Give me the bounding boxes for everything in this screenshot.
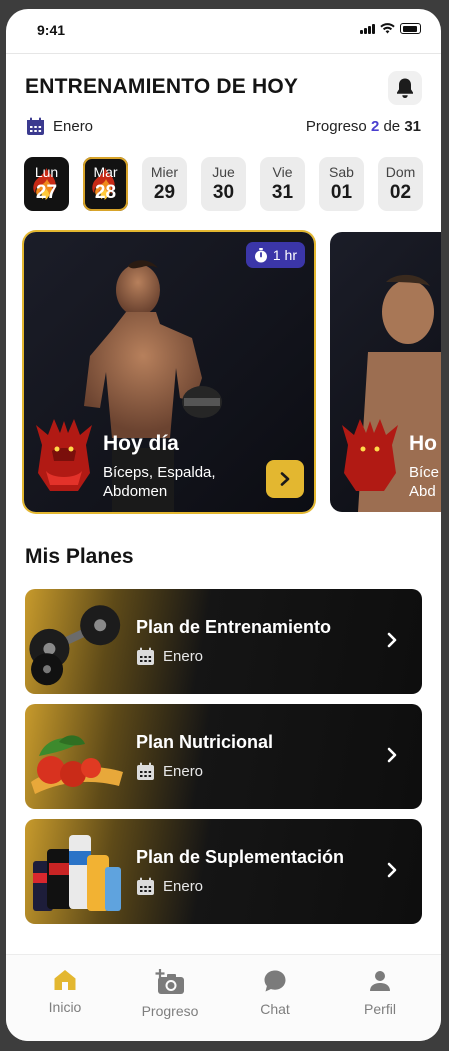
wifi-icon xyxy=(380,23,395,34)
demon-muscle-logo-icon xyxy=(342,419,398,491)
plan-month: Enero xyxy=(163,878,204,895)
day-number: 31 xyxy=(271,182,294,203)
workout-title: Hoy día xyxy=(103,432,179,455)
tab-label: Inicio xyxy=(48,999,82,1015)
workout-card-next[interactable]: Ho Bíce Abd xyxy=(330,232,441,512)
calendar-icon xyxy=(137,762,154,780)
duration-label: 1 hr xyxy=(272,247,297,263)
chevron-right-icon xyxy=(387,747,397,763)
stopwatch-icon xyxy=(254,247,267,262)
plan-card-supplements[interactable]: Plan de Suplementación Enero xyxy=(25,819,422,924)
day-name: Dom xyxy=(385,164,416,180)
month-progress: Progreso 2 de 31 xyxy=(306,118,421,135)
home-icon xyxy=(54,970,76,990)
status-bar: 9:41 xyxy=(6,9,441,54)
tab-inicio[interactable]: Inicio xyxy=(25,969,105,1015)
plan-title: Plan de Suplementación xyxy=(136,847,345,867)
day-number: 27 xyxy=(35,182,58,203)
calendar-icon xyxy=(27,117,44,135)
demon-muscle-logo-icon xyxy=(36,419,92,491)
bell-icon xyxy=(397,78,413,98)
progress-current: 2 xyxy=(370,118,380,135)
calendar-icon xyxy=(137,647,154,665)
day-name: Vie xyxy=(272,164,293,180)
month-label: Enero xyxy=(53,118,94,135)
day-name: Jue xyxy=(212,164,235,180)
vegetables-tape-image xyxy=(31,735,123,794)
day-chip-jue[interactable]: Jue 30 xyxy=(201,157,246,211)
plan-card-nutrition[interactable]: Plan Nutricional Enero xyxy=(25,704,422,809)
tab-perfil[interactable]: Perfil xyxy=(340,969,420,1017)
supplements-image xyxy=(33,835,121,911)
day-number: 01 xyxy=(330,182,353,203)
workout-subtitle: Bíce Abd xyxy=(409,464,440,500)
day-chip-lun[interactable]: Lun 27 xyxy=(24,157,69,211)
day-name: Sab xyxy=(329,164,354,180)
page-title: ENTRENAMIENTO DE HOY xyxy=(25,75,299,98)
day-name: Mar xyxy=(93,164,118,180)
day-chip-dom[interactable]: Dom 02 xyxy=(378,157,423,211)
chevron-right-icon xyxy=(280,472,290,486)
progress-total: 31 xyxy=(404,118,421,135)
tab-label: Chat xyxy=(260,1001,290,1017)
progress-separator: de xyxy=(383,118,401,135)
day-number: 28 xyxy=(94,182,117,203)
plan-title: Plan de Entrenamiento xyxy=(136,617,332,637)
signal-icon xyxy=(360,23,375,34)
day-number: 29 xyxy=(153,182,176,203)
chat-icon xyxy=(264,970,286,992)
notifications-button[interactable] xyxy=(388,71,422,105)
workout-subtitle: Bíceps, Espalda, Abdomen xyxy=(103,464,216,500)
duration-badge: 1 hr xyxy=(245,242,305,268)
plan-meta: Enero xyxy=(136,877,203,896)
day-chip-mier[interactable]: Mier 29 xyxy=(142,157,187,211)
chevron-right-icon xyxy=(387,632,397,648)
phone-screen: 9:41 ENTRENAMIENTO DE HOY Enero Progreso… xyxy=(6,9,441,1041)
day-name: Lun xyxy=(34,164,59,180)
day-number: 30 xyxy=(212,182,235,203)
day-number: 02 xyxy=(389,182,412,203)
day-chip-mar[interactable]: Mar 28 xyxy=(83,157,128,211)
plan-meta: Enero xyxy=(136,762,203,781)
tab-progreso[interactable]: Progreso xyxy=(130,969,210,1019)
add-photo-icon xyxy=(155,969,184,994)
tab-label: Progreso xyxy=(141,1003,199,1019)
tab-chat[interactable]: Chat xyxy=(235,969,315,1017)
progress-prefix: Progreso xyxy=(305,118,367,135)
day-name: Mier xyxy=(150,164,179,180)
chevron-right-icon xyxy=(387,862,397,878)
tab-label: Perfil xyxy=(364,1001,396,1017)
workout-title: Ho xyxy=(409,432,437,455)
workout-card-today[interactable]: 1 hr Hoy día Bíceps, Espalda, Abdomen xyxy=(24,232,314,512)
plan-month: Enero xyxy=(163,648,204,665)
plan-title: Plan Nutricional xyxy=(136,732,274,752)
dumbbells-image xyxy=(29,605,121,686)
plan-month: Enero xyxy=(163,763,204,780)
status-icons xyxy=(360,23,421,34)
day-strip: Lun 27 Mar 28 Mier 29 Jue 30 Vie 31 Sab … xyxy=(24,157,423,211)
day-chip-sab[interactable]: Sab 01 xyxy=(319,157,364,211)
plan-card-training[interactable]: Plan de Entrenamiento Enero xyxy=(25,589,422,694)
plan-meta: Enero xyxy=(136,647,203,666)
calendar-icon xyxy=(137,877,154,895)
day-chip-vie[interactable]: Vie 31 xyxy=(260,157,305,211)
open-workout-button[interactable] xyxy=(266,460,304,498)
month-selector[interactable]: Enero xyxy=(26,117,93,136)
section-title: Mis Planes xyxy=(25,545,134,568)
bottom-nav: Inicio Progreso Chat Perfil xyxy=(6,954,441,1041)
status-time: 9:41 xyxy=(37,22,66,38)
battery-icon xyxy=(400,23,421,34)
person-icon xyxy=(370,971,390,991)
